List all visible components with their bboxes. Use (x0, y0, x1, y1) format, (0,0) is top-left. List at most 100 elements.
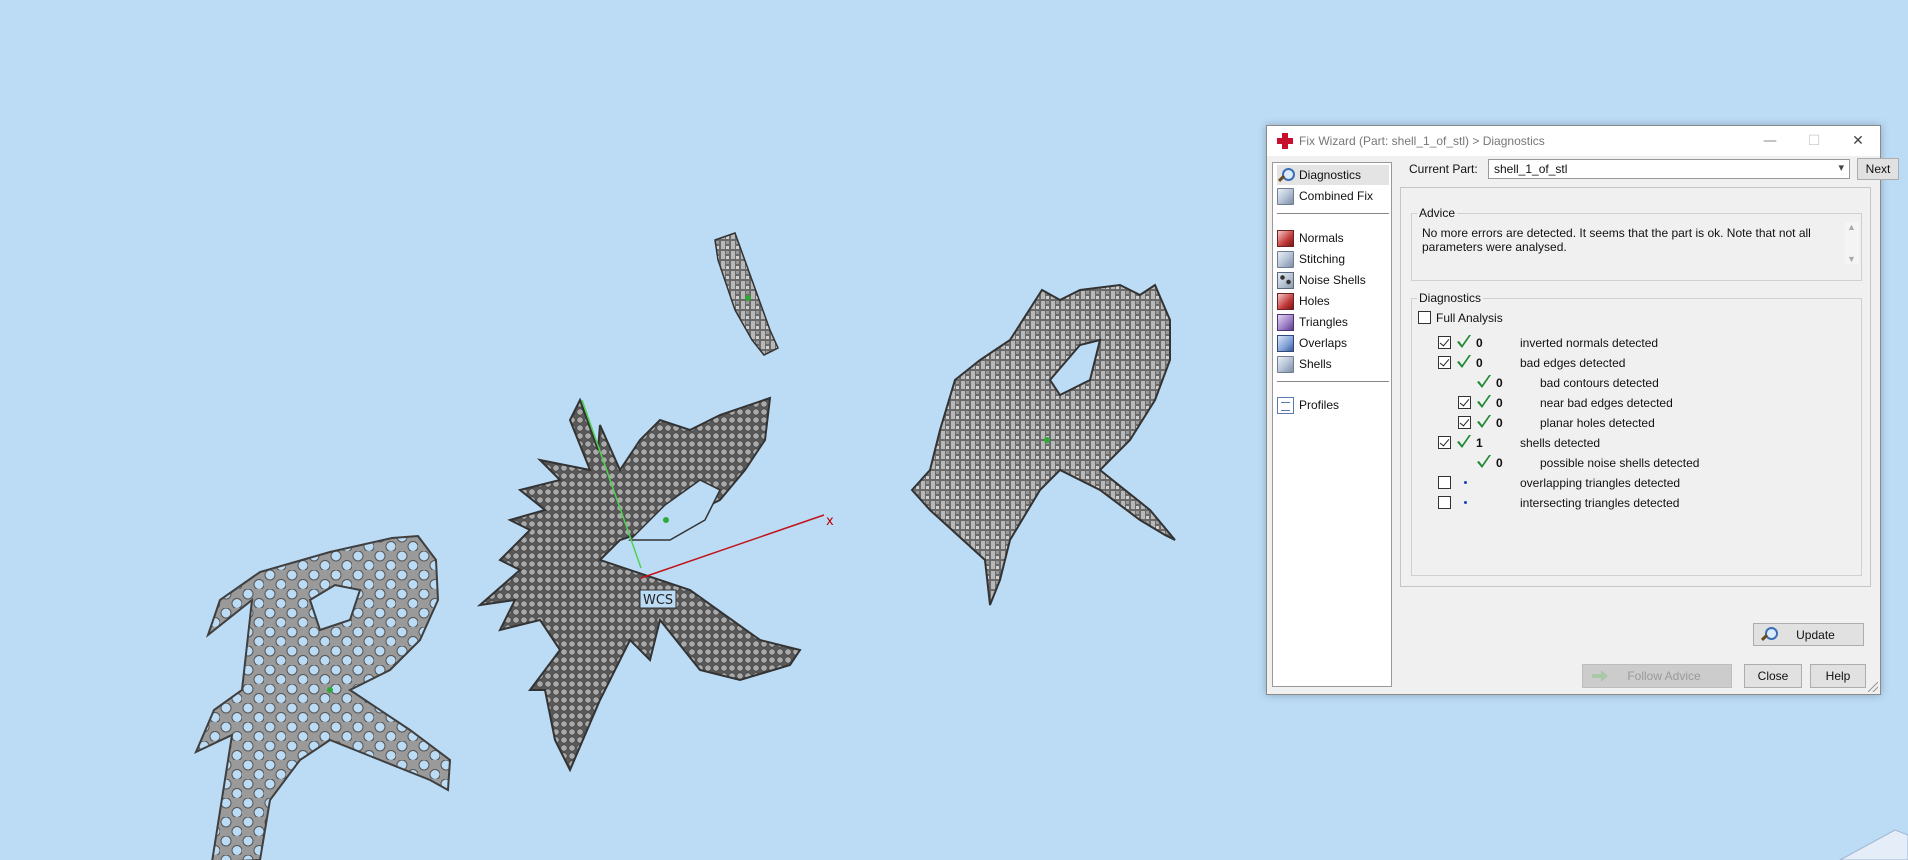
full-analysis-label: Full Analysis (1436, 311, 1503, 325)
triangles-icon (1277, 313, 1294, 331)
diagnostics-title: Diagnostics (1417, 291, 1484, 305)
nav-divider (1277, 213, 1389, 214)
wcs-label: WCS (643, 593, 673, 608)
follow-advice-button[interactable]: Follow Advice (1582, 664, 1732, 688)
nav-item-diagnostics[interactable]: Diagnostics (1277, 165, 1389, 185)
diagnostic-checkbox[interactable] (1438, 496, 1451, 509)
hex-lattice-r-part[interactable] (194, 534, 452, 860)
diagnostic-label: planar holes detected (1540, 416, 1655, 430)
diagnostic-checkbox[interactable] (1438, 476, 1451, 489)
nav-item-label: Stitching (1299, 252, 1346, 266)
minimize-button[interactable]: — (1748, 126, 1792, 156)
close-window-button[interactable]: ✕ (1836, 126, 1880, 156)
diagnostic-checkbox[interactable] (1438, 356, 1451, 369)
woven-r-part[interactable] (910, 283, 1176, 606)
diagnostic-checkbox[interactable] (1458, 416, 1471, 429)
advice-text: No more errors are detected. It seems th… (1422, 226, 1811, 254)
nav-item-holes[interactable]: Holes (1277, 291, 1389, 311)
maximize-button[interactable]: ☐ (1792, 126, 1836, 156)
document-icon (1277, 396, 1294, 414)
help-button[interactable]: Help (1810, 664, 1866, 688)
normals-cube-icon (1277, 229, 1294, 247)
nav-item-shells[interactable]: Shells (1277, 354, 1389, 374)
scroll-up-icon[interactable]: ▲ (1847, 222, 1856, 232)
diagnostic-count: 0 (1496, 376, 1503, 390)
arrow-right-icon (1592, 670, 1608, 682)
diagnostic-label: near bad edges detected (1540, 396, 1673, 410)
diagnostic-count: 0 (1496, 456, 1503, 470)
red-cross-icon (1277, 133, 1293, 149)
diagnostic-label: possible noise shells detected (1540, 456, 1700, 470)
green-check-icon (1477, 455, 1491, 468)
dialog-title: Fix Wizard (Part: shell_1_of_stl) > Diag… (1299, 134, 1545, 148)
nav-item-combined-fix[interactable]: Combined Fix (1277, 186, 1389, 206)
dialog-titlebar[interactable]: Fix Wizard (Part: shell_1_of_stl) > Diag… (1267, 126, 1880, 156)
overlaps-icon (1277, 334, 1294, 352)
magnifier-icon (1277, 167, 1295, 184)
diagnostic-count: 0 (1496, 396, 1503, 410)
nav-item-label: Noise Shells (1299, 273, 1366, 287)
green-check-icon (1457, 335, 1471, 348)
nav-item-triangles[interactable]: Triangles (1277, 312, 1389, 332)
wizard-nav: Diagnostics Combined Fix Normals Stitchi… (1272, 162, 1392, 687)
follow-advice-label: Follow Advice (1627, 669, 1701, 683)
diagnostic-checkbox[interactable] (1458, 396, 1471, 409)
chevron-down-icon: ▾ (1838, 162, 1844, 174)
nav-item-normals[interactable]: Normals (1277, 228, 1389, 248)
next-button[interactable]: Next (1857, 158, 1899, 180)
advice-scrollbar[interactable]: ▲ ▼ (1845, 222, 1859, 264)
nav-item-label: Combined Fix (1299, 189, 1374, 203)
bead-splash-part[interactable] (476, 396, 802, 773)
nav-item-profiles[interactable]: Profiles (1277, 395, 1389, 415)
nav-item-label: Triangles (1299, 315, 1348, 329)
diagnostic-label: intersecting triangles detected (1520, 496, 1680, 510)
current-part-select[interactable]: shell_1_of_stl ▾ (1488, 159, 1850, 179)
advice-group: Advice No more errors are detected. It s… (1411, 206, 1862, 281)
cube-icon (1277, 187, 1294, 205)
nav-item-label: Overlaps (1299, 336, 1348, 350)
x-axis-label: x (826, 514, 834, 529)
diagnostic-count: 0 (1476, 356, 1483, 370)
full-analysis-checkbox[interactable] (1418, 311, 1431, 324)
nav-item-label: Shells (1299, 357, 1332, 371)
green-check-icon (1457, 435, 1471, 448)
advice-title: Advice (1417, 206, 1458, 220)
not-run-dot-icon (1464, 501, 1467, 504)
update-label: Update (1796, 627, 1835, 642)
nav-item-label: Holes (1299, 294, 1330, 308)
nav-item-label: Profiles (1299, 398, 1340, 412)
current-part-label: Current Part: (1409, 162, 1478, 176)
scroll-down-icon[interactable]: ▼ (1847, 254, 1856, 264)
green-check-icon (1477, 375, 1491, 388)
shells-icon (1277, 355, 1294, 373)
nav-item-noise-shells[interactable]: Noise Shells (1277, 270, 1389, 290)
nav-item-label: Diagnostics (1299, 168, 1362, 182)
diagnostic-label: inverted normals detected (1520, 336, 1659, 350)
diagnostic-count: 1 (1476, 436, 1483, 450)
diagnostic-label: bad contours detected (1540, 376, 1659, 390)
update-button[interactable]: Update (1753, 623, 1864, 646)
diagnostics-group: Diagnostics Full Analysis 0 inverted norm… (1411, 291, 1864, 646)
noise-shells-icon (1277, 271, 1294, 289)
diagnostics-panel: Advice No more errors are detected. It s… (1400, 187, 1871, 646)
small-ring-part[interactable] (714, 232, 779, 356)
nav-item-label: Normals (1299, 231, 1344, 245)
green-check-icon (1477, 415, 1491, 428)
not-run-dot-icon (1464, 481, 1467, 484)
green-check-icon (1457, 355, 1471, 368)
diagnostic-count: 0 (1476, 336, 1483, 350)
stitching-cube-icon (1277, 250, 1294, 268)
resize-grip[interactable] (1868, 682, 1878, 692)
nav-item-stitching[interactable]: Stitching (1277, 249, 1389, 269)
view-cube-corner[interactable] (1839, 829, 1908, 860)
current-part-value: shell_1_of_stl (1494, 162, 1568, 176)
diagnostic-checkbox[interactable] (1438, 436, 1451, 449)
holes-cube-icon (1277, 292, 1294, 310)
nav-item-overlaps[interactable]: Overlaps (1277, 333, 1389, 353)
diagnostic-label: overlapping triangles detected (1520, 476, 1681, 490)
diagnostic-checkbox[interactable] (1438, 336, 1451, 349)
close-button[interactable]: Close (1744, 664, 1802, 688)
green-check-icon (1477, 395, 1491, 408)
diagnostic-count: 0 (1496, 416, 1503, 430)
magnifier-icon (1760, 626, 1778, 643)
